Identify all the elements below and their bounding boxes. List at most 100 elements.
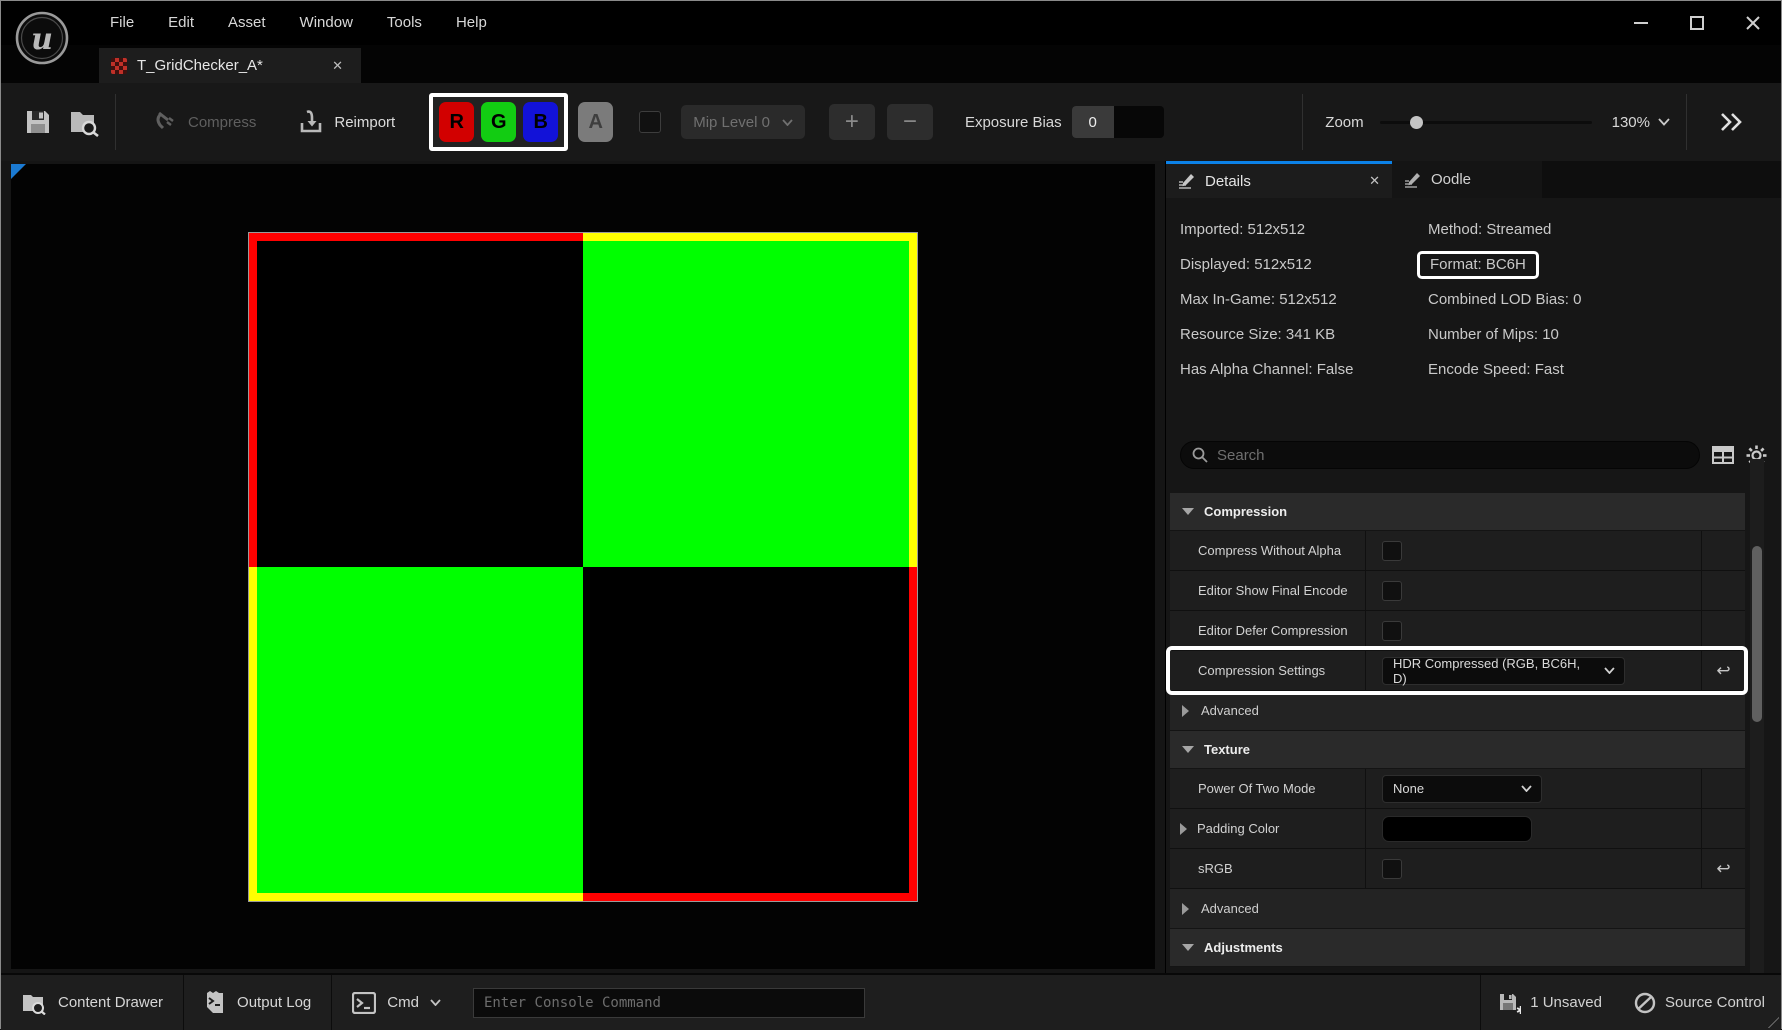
chevron-down-icon: [1604, 667, 1615, 674]
texture-info-right-column: Method: Streamed Format: BC6H Combined L…: [1417, 212, 1781, 387]
tab-label: T_GridChecker_A*: [137, 57, 263, 74]
mip-level-dropdown[interactable]: Mip Level 0: [681, 105, 805, 139]
cmd-dropdown-button[interactable]: Cmd: [332, 975, 461, 1030]
editor-show-final-encode-checkbox[interactable]: [1382, 580, 1402, 601]
info-displayed: Displayed: 512x512: [1180, 256, 1312, 273]
unreal-texture-editor-window: { "titlebar": { "menus": ["File", "Edit"…: [0, 0, 1782, 1030]
row-advanced-texture[interactable]: Advanced: [1170, 889, 1745, 929]
source-control-button[interactable]: Source Control: [1618, 975, 1781, 1030]
blue-channel-button[interactable]: B: [523, 102, 559, 142]
row-power-of-two-mode: Power Of Two Mode None: [1170, 769, 1745, 809]
source-control-disabled-icon: [1634, 992, 1656, 1013]
property-list: Compression Compress Without Alpha Edito…: [1166, 493, 1748, 967]
texture-border-bottom: [249, 892, 917, 901]
power-of-two-mode-dropdown[interactable]: None: [1382, 774, 1542, 803]
exposure-bias-input[interactable]: 0: [1071, 106, 1164, 138]
tab-oodle[interactable]: Oodle: [1392, 161, 1542, 198]
zoom-percent-dropdown-icon[interactable]: [1658, 118, 1670, 126]
red-channel-button[interactable]: R: [439, 102, 475, 142]
info-format-highlight: Format: BC6H: [1417, 250, 1539, 279]
tab-t-gridchecker-a[interactable]: T_GridChecker_A* ✕: [99, 48, 361, 83]
zoom-slider-knob[interactable]: [1409, 115, 1423, 129]
reset-to-default-icon[interactable]: ↩: [1716, 661, 1730, 681]
info-resource-size: Resource Size: 341 KB: [1180, 326, 1336, 343]
rgb-channels-highlight-box: R G B: [429, 93, 569, 151]
tab-close-icon[interactable]: ✕: [326, 56, 349, 76]
search-box[interactable]: [1180, 441, 1700, 469]
padding-color-swatch[interactable]: [1382, 815, 1532, 842]
texture-viewport[interactable]: [11, 164, 1155, 969]
details-pencil-icon: [1179, 174, 1194, 189]
source-control-label: Source Control: [1664, 994, 1765, 1011]
oodle-pencil-icon: [1405, 172, 1420, 188]
unsaved-status-button[interactable]: ✱ 1 Unsaved: [1481, 975, 1618, 1030]
content-drawer-icon: [23, 994, 46, 1015]
main-menu: File Edit Asset Window Tools Help: [93, 1, 504, 45]
close-button[interactable]: [1725, 1, 1781, 45]
svg-text:✱: ✱: [1516, 1004, 1521, 1014]
details-scrollbar-thumb[interactable]: [1752, 546, 1762, 722]
section-compression[interactable]: Compression: [1170, 493, 1745, 531]
property-label: Editor Show Final Encode: [1198, 583, 1348, 598]
menu-tools[interactable]: Tools: [370, 1, 439, 45]
quadrant-top-right-green: [583, 240, 909, 567]
menu-help[interactable]: Help: [439, 1, 504, 45]
compression-settings-dropdown[interactable]: HDR Compressed (RGB, BC6H, D): [1382, 656, 1625, 686]
display-mode-button[interactable]: [1712, 446, 1734, 464]
chevron-down-icon: [430, 999, 441, 1006]
row-advanced-compression[interactable]: Advanced: [1170, 691, 1745, 731]
collapse-triangle-icon: [1182, 944, 1194, 951]
reset-to-default-icon[interactable]: ↩: [1716, 859, 1730, 879]
green-channel-button[interactable]: G: [481, 102, 517, 142]
menu-window[interactable]: Window: [283, 1, 370, 45]
compress-without-alpha-checkbox[interactable]: [1382, 540, 1402, 561]
editor-defer-compression-checkbox[interactable]: [1382, 620, 1402, 641]
find-in-content-browser-button[interactable]: [61, 96, 107, 148]
cmd-label: Cmd: [387, 994, 419, 1011]
power-of-two-mode-value: None: [1393, 781, 1425, 796]
minimize-button[interactable]: [1613, 1, 1669, 45]
property-label: Padding Color: [1197, 821, 1280, 836]
expand-triangle-icon[interactable]: [1180, 822, 1187, 835]
content-drawer-button[interactable]: Content Drawer: [1, 975, 185, 1030]
compress-button[interactable]: Compress: [152, 109, 256, 135]
info-has-alpha-channel: Has Alpha Channel: False: [1180, 361, 1354, 378]
menu-asset[interactable]: Asset: [211, 1, 283, 45]
section-texture[interactable]: Texture: [1170, 731, 1745, 769]
chevron-down-icon: [782, 118, 793, 126]
details-search-row: [1180, 441, 1767, 469]
console-command-input[interactable]: [472, 987, 865, 1018]
srgb-checkbox[interactable]: [1382, 858, 1402, 879]
reimport-icon: [301, 110, 322, 133]
maximize-button[interactable]: [1669, 1, 1725, 45]
toolbar-separator: [1686, 94, 1687, 150]
grid-checker-texture: [248, 231, 918, 902]
mip-level-checkbox[interactable]: [639, 111, 662, 133]
zoom-slider[interactable]: [1379, 115, 1592, 129]
reimport-button[interactable]: Reimport: [298, 109, 395, 135]
search-input[interactable]: [1217, 446, 1688, 464]
asset-tab-strip: T_GridChecker_A* ✕: [1, 45, 1781, 83]
menu-edit[interactable]: Edit: [151, 1, 211, 45]
mip-plus-button[interactable]: +: [828, 104, 875, 140]
unsaved-floppy-icon: ✱: [1500, 993, 1521, 1014]
reimport-label: Reimport: [334, 113, 396, 131]
property-label: sRGB: [1198, 861, 1233, 876]
collapse-triangle-icon: [1182, 508, 1194, 515]
output-log-button[interactable]: Output Log: [184, 975, 333, 1030]
output-log-label: Output Log: [237, 994, 312, 1011]
section-adjustments[interactable]: Adjustments: [1170, 929, 1745, 967]
tab-details[interactable]: Details ✕: [1166, 161, 1392, 198]
save-button[interactable]: [15, 96, 61, 148]
section-label: Adjustments: [1204, 940, 1283, 955]
texture-border-left: [249, 232, 257, 901]
alpha-channel-button[interactable]: A: [578, 102, 614, 142]
details-tab-close-icon[interactable]: ✕: [1369, 173, 1380, 189]
window-resize-grip[interactable]: [1765, 1014, 1779, 1028]
toolbar-overflow-button[interactable]: [1701, 112, 1761, 132]
menu-file[interactable]: File: [93, 1, 151, 45]
mip-minus-button[interactable]: −: [886, 104, 933, 140]
section-label: Compression: [1204, 504, 1288, 519]
content-drawer-label: Content Drawer: [58, 994, 164, 1011]
status-right-group: ✱ 1 Unsaved Source Control: [1480, 975, 1781, 1030]
